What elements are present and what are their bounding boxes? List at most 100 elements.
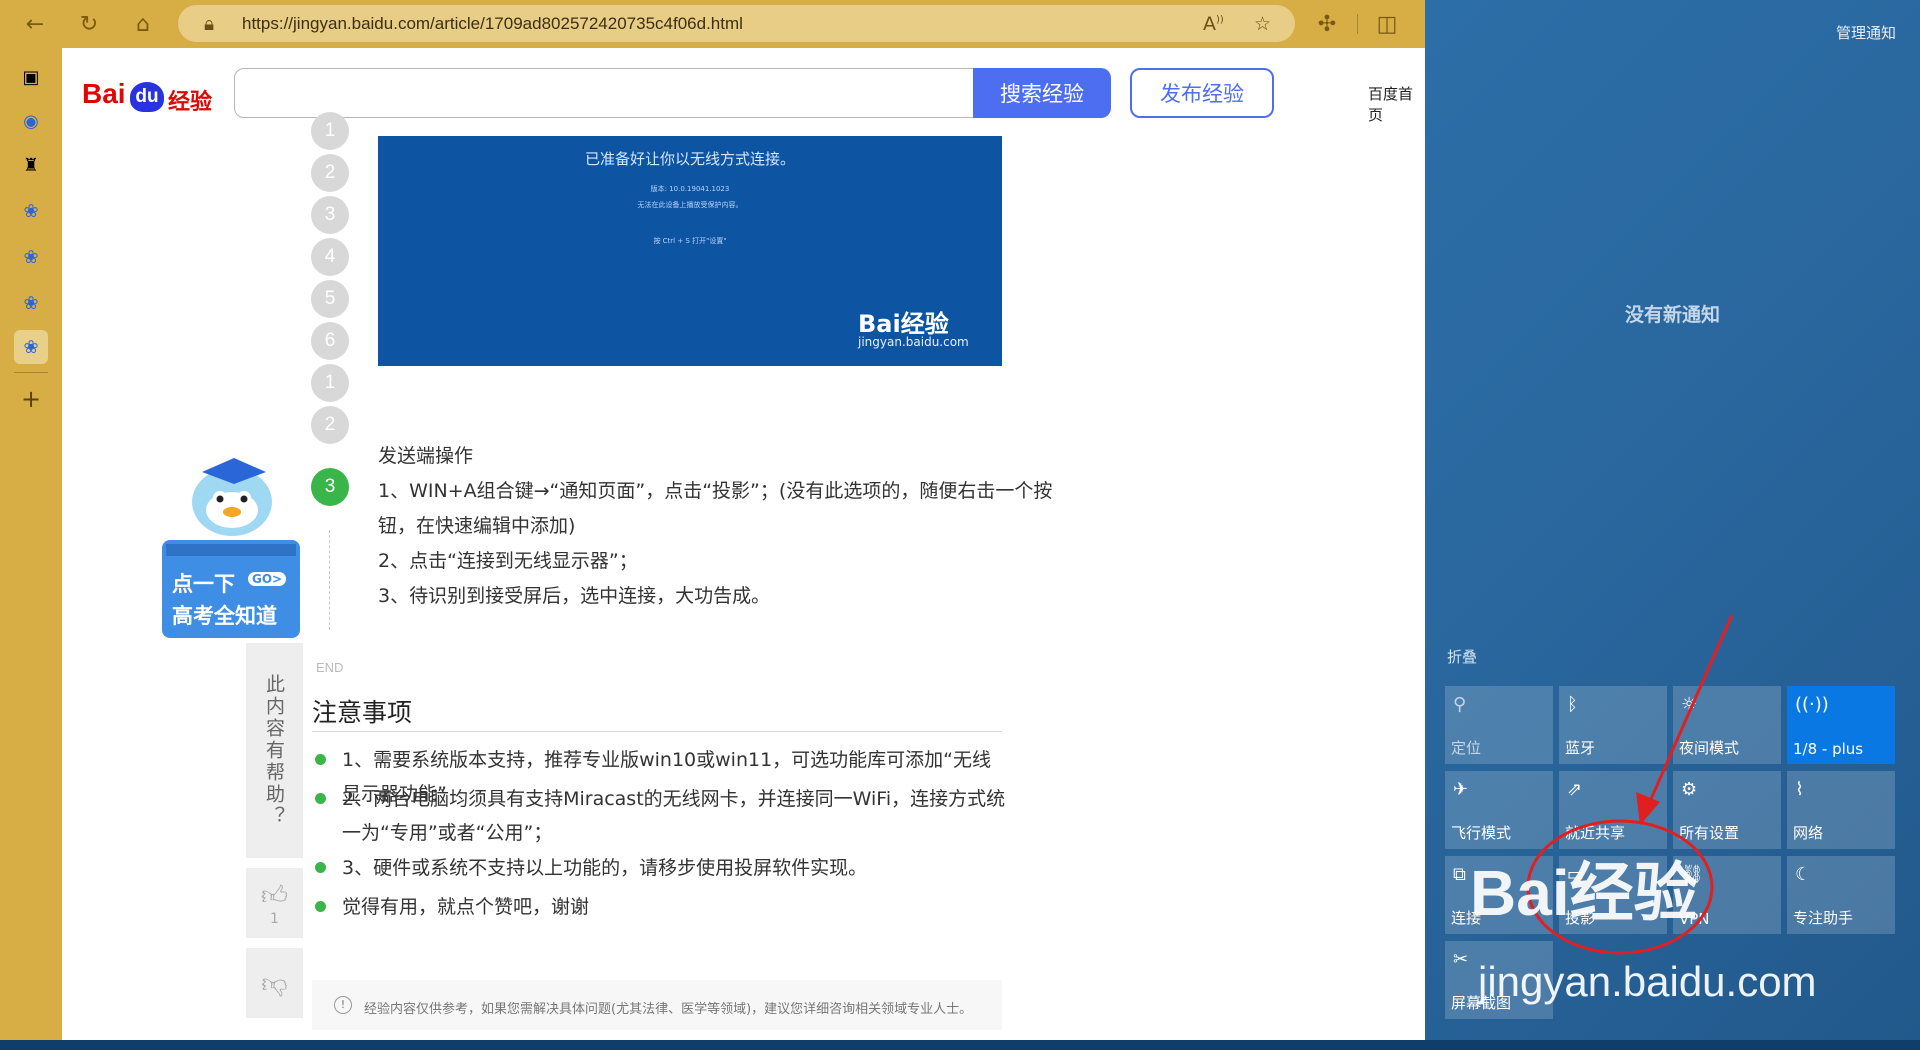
home-link[interactable]: 百度首页 <box>1368 83 1425 125</box>
step-screenshot-image[interactable]: 已准备好让你以无线方式连接。 版本: 10.0.19041.1023 无法在此设… <box>378 136 1002 366</box>
tile-location[interactable]: ⚲ 定位 <box>1445 686 1553 764</box>
helpful-box: 此内容有帮助？ 👍︎ 1 👎︎ <box>246 643 303 1040</box>
bullet-icon <box>315 793 326 804</box>
network-icon: ⌇ <box>1795 779 1804 800</box>
end-label: END <box>316 660 344 675</box>
step-number[interactable]: 1 <box>311 112 349 150</box>
screenshot-watermark: Bai经验 <box>858 310 949 338</box>
step-line: 1、WIN+A组合键→“通知页面”，点击“投影”；(没有此选项的，随便右击一个按 <box>378 480 1053 502</box>
refresh-icon[interactable]: ↻ <box>72 7 106 41</box>
info-icon: ! <box>334 996 352 1014</box>
back-icon[interactable]: ← <box>18 7 52 41</box>
step-number-active[interactable]: 3 <box>311 468 349 506</box>
logo-du: du <box>130 82 164 112</box>
tile-all-settings[interactable]: ⚙ 所有设置 <box>1673 771 1781 849</box>
note-item: 2、两台电脑均须具有支持Miracast的无线网卡，并连接同一WiFi，连接方式… <box>342 788 1006 844</box>
read-aloud-icon[interactable]: A)) <box>1203 13 1224 35</box>
airplane-icon: ✈ <box>1453 779 1469 800</box>
step-heading: 发送端操作 <box>378 445 474 467</box>
baidu-paw-icon[interactable]: ❀ <box>14 240 48 274</box>
search-input[interactable] <box>234 68 976 118</box>
page-watermark: Bai经验 <box>1470 857 1698 929</box>
tile-nearby-share[interactable]: ⇗ 就近共享 <box>1559 771 1667 849</box>
notes-title: 注意事项 <box>312 698 413 727</box>
baidu-paw-icon-active[interactable]: ❀ <box>14 330 48 364</box>
bluetooth-icon: ᛒ <box>1567 694 1578 715</box>
baidu-paw-icon[interactable]: ❀ <box>14 194 48 228</box>
lock-icon: 🔒︎ <box>204 13 215 35</box>
disclaimer-box: ! 经验内容仅供参考，如果您需解决具体问题(尤其法律、医学等领域)，建议您详细咨… <box>312 980 1002 1030</box>
address-bar[interactable]: 🔒︎ https://jingyan.baidu.com/article/170… <box>178 5 1295 42</box>
tile-label: 就近共享 <box>1565 824 1626 842</box>
toolbar-divider <box>1357 14 1358 34</box>
tile-network[interactable]: ⌇ 网络 <box>1787 771 1895 849</box>
app-favicon-icon[interactable]: ♜ <box>14 148 48 182</box>
tabs-icon[interactable]: ▣ <box>14 60 48 94</box>
screenshot-text: 已准备好让你以无线方式连接。 <box>584 150 795 168</box>
web-page: Bai du 经验 搜索经验 发布经验 百度首页 1 2 3 4 5 6 1 2… <box>62 48 1425 1040</box>
add-icon[interactable]: + <box>14 382 48 416</box>
extensions-icon[interactable]: ✣ <box>1310 7 1344 41</box>
mascot-text: 点一下 <box>172 572 235 596</box>
note-item: 觉得有用，就点个赞吧，谢谢 <box>342 896 590 918</box>
browser-window: ← ↻ ⌂ 🔒︎ https://jingyan.baidu.com/artic… <box>0 0 1425 1040</box>
screenshot-text: 版本: 10.0.19041.1023 <box>650 185 730 193</box>
manage-notifications-link[interactable]: 管理通知 <box>1836 22 1896 43</box>
tile-label: 1/8 - plus <box>1793 740 1864 758</box>
page-watermark-url: jingyan.baidu.com <box>1478 958 1817 1005</box>
focus-assist-icon: ☾ <box>1795 864 1812 885</box>
bullet-icon <box>315 862 326 873</box>
tile-label: 网络 <box>1793 824 1824 842</box>
step-number[interactable]: 3 <box>311 196 349 234</box>
helpful-question: 此内容有帮助？ <box>246 643 303 858</box>
publish-button[interactable]: 发布经验 <box>1130 68 1274 118</box>
connect-icon: ⧉ <box>1453 864 1466 885</box>
site-favicon-icon[interactable]: ◉ <box>14 104 48 138</box>
note-item: 3、硬件或系统不支持以上功能的，请移步使用投屏软件实现。 <box>342 857 868 879</box>
url-text[interactable]: https://jingyan.baidu.com/article/1709ad… <box>242 14 743 34</box>
home-icon[interactable]: ⌂ <box>126 7 160 41</box>
like-count: 1 <box>270 910 279 927</box>
tile-airplane[interactable]: ✈ 飞行模式 <box>1445 771 1553 849</box>
bullet-icon <box>315 901 326 912</box>
tile-night-light[interactable]: ☼ 夜间模式 <box>1673 686 1781 764</box>
tile-label: 飞行模式 <box>1451 824 1512 842</box>
thumb-down-button[interactable]: 👎︎ <box>246 948 303 1018</box>
tile-focus-assist[interactable]: ☾ 专注助手 <box>1787 856 1895 934</box>
tile-label: 蓝牙 <box>1565 739 1596 757</box>
mascot-ad[interactable]: 点一下 GO> 高考全知道 <box>162 448 300 638</box>
notes-divider <box>312 731 1002 732</box>
tile-wifi[interactable]: ((·)) 1/8 - plus <box>1787 686 1895 764</box>
tile-bluetooth[interactable]: ᛒ 蓝牙 <box>1559 686 1667 764</box>
thumb-up-button[interactable]: 👍︎ 1 <box>246 868 303 938</box>
no-notifications-text: 没有新通知 <box>1624 304 1720 326</box>
search-button[interactable]: 搜索经验 <box>973 68 1111 118</box>
screenshot-text: 按 Ctrl + S 打开"设置" <box>653 237 727 245</box>
step-number[interactable]: 5 <box>311 280 349 318</box>
baidu-jingyan-logo[interactable]: Bai du 经验 <box>82 68 217 118</box>
collapse-link[interactable]: 折叠 <box>1447 646 1477 667</box>
night-light-icon: ☼ <box>1681 694 1698 715</box>
bullet-icon <box>315 754 326 765</box>
step-number[interactable]: 2 <box>311 154 349 192</box>
wifi-icon: ((·)) <box>1795 694 1829 715</box>
step-line: 3、待识别到接受屏后，选中连接，大功告成。 <box>378 585 771 607</box>
screenshot-text: 无法在此设备上播放受保护内容。 <box>637 201 743 209</box>
disclaimer-text: 经验内容仅供参考，如果您需解决具体问题(尤其法律、医学等领域)，建议您详细咨询相… <box>364 1002 973 1017</box>
browser-toolbar: ← ↻ ⌂ 🔒︎ https://jingyan.baidu.com/artic… <box>0 0 1425 48</box>
favorite-icon[interactable]: ☆ <box>1254 13 1271 35</box>
mascot-go-badge: GO> <box>248 572 287 586</box>
step-number[interactable]: 1 <box>311 364 349 402</box>
split-screen-icon[interactable]: ◫ <box>1370 7 1404 41</box>
nearby-share-icon: ⇗ <box>1567 779 1583 800</box>
step-number[interactable]: 6 <box>311 322 349 360</box>
step-number[interactable]: 2 <box>311 406 349 444</box>
tile-label: 夜间模式 <box>1679 739 1740 757</box>
settings-icon: ⚙ <box>1681 779 1698 800</box>
step-line: 钮，在快速编辑中添加) <box>378 515 576 537</box>
step-connector <box>329 530 330 630</box>
thumb-down-icon: 👎︎ <box>261 968 288 999</box>
step-number[interactable]: 4 <box>311 238 349 276</box>
baidu-paw-icon[interactable]: ❀ <box>14 286 48 320</box>
screenshot-watermark-url: jingyan.baidu.com <box>858 335 969 349</box>
